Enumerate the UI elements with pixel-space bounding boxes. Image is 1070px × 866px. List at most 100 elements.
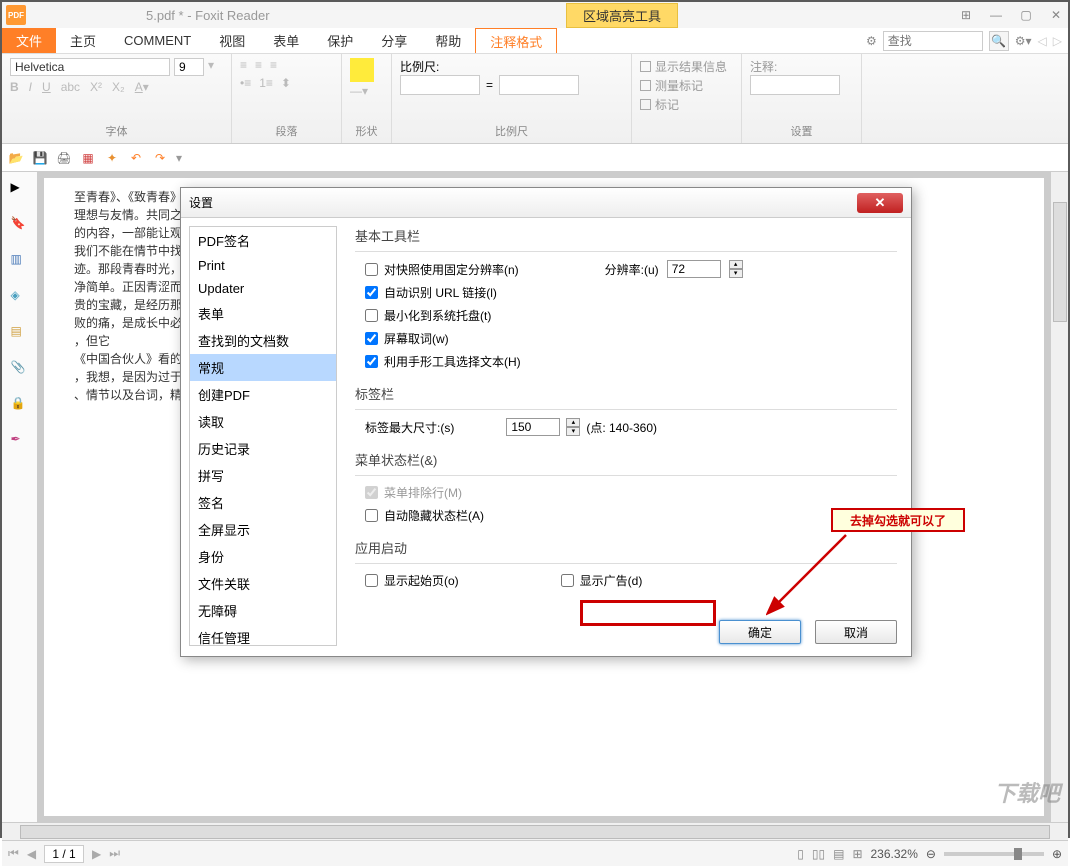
pages-icon[interactable]: ▥ xyxy=(11,252,29,270)
close-icon[interactable]: ✕ xyxy=(1048,8,1064,22)
tab-home[interactable]: 主页 xyxy=(56,28,110,53)
dialog-close-button[interactable]: ✕ xyxy=(857,193,903,213)
tab-form[interactable]: 表单 xyxy=(259,28,313,53)
dialog-category-item[interactable]: 签名 xyxy=(190,489,336,516)
highlight-shape-button[interactable] xyxy=(350,58,374,82)
vertical-scrollbar[interactable] xyxy=(1050,172,1068,822)
security-icon[interactable]: 🔒 xyxy=(11,396,29,414)
tab-file[interactable]: 文件 xyxy=(2,28,56,53)
strikethrough-button[interactable]: abc xyxy=(61,80,80,94)
show-results-checkbox[interactable] xyxy=(640,61,651,72)
font-size-input[interactable] xyxy=(174,58,204,76)
show-ads-checkbox[interactable] xyxy=(561,574,574,587)
first-page-icon[interactable]: ⏮ xyxy=(8,846,19,861)
dialog-category-list[interactable]: PDF签名PrintUpdater表单查找到的文档数常规创建PDF读取历史记录拼… xyxy=(189,226,337,646)
view-mode1-icon[interactable]: ▯ xyxy=(797,847,804,861)
tab-protect[interactable]: 保护 xyxy=(313,28,367,53)
save-icon[interactable]: 💾 xyxy=(32,150,48,166)
options-icon[interactable]: ⚙▾ xyxy=(1015,34,1032,48)
cancel-button[interactable]: 取消 xyxy=(815,620,897,644)
dialog-category-item[interactable]: 常规 xyxy=(190,354,336,381)
open-icon[interactable]: 📂 xyxy=(8,150,24,166)
dialog-category-item[interactable]: 全屏显示 xyxy=(190,516,336,543)
redo-icon[interactable]: ↷ xyxy=(152,150,168,166)
minimize-icon[interactable]: — xyxy=(988,8,1004,22)
bold-button[interactable]: B xyxy=(10,80,19,94)
view-mode2-icon[interactable]: ▯▯ xyxy=(812,847,825,861)
dialog-category-item[interactable]: 文件关联 xyxy=(190,570,336,597)
horizontal-scrollbar[interactable] xyxy=(2,822,1068,840)
quickbar-dropdown-icon[interactable]: ▾ xyxy=(176,151,182,165)
print-icon[interactable]: 🖨 xyxy=(56,150,72,166)
dialog-category-item[interactable]: Updater xyxy=(190,277,336,300)
search-button[interactable]: 🔍 xyxy=(989,31,1009,51)
expand-icon[interactable]: ▶ xyxy=(11,180,29,198)
tab-down-icon[interactable]: ▾ xyxy=(566,427,580,436)
comments-icon[interactable]: ▤ xyxy=(11,324,29,342)
show-start-checkbox[interactable] xyxy=(365,574,378,587)
minimize-tray-checkbox[interactable] xyxy=(365,309,378,322)
nav-back-icon[interactable]: ◁ xyxy=(1038,34,1047,48)
ribbon-toggle-icon[interactable]: ⊞ xyxy=(958,8,974,22)
last-page-icon[interactable]: ⏭ xyxy=(109,846,120,861)
fixed-res-checkbox[interactable] xyxy=(365,263,378,276)
search-input[interactable] xyxy=(883,31,983,51)
number-button[interactable]: 1≡ xyxy=(259,76,273,90)
italic-button[interactable]: I xyxy=(29,80,32,94)
next-page-icon[interactable]: ▶ xyxy=(92,847,101,861)
res-up-icon[interactable]: ▴ xyxy=(729,260,743,269)
layers-icon[interactable]: ◈ xyxy=(11,288,29,306)
align-left-button[interactable]: ≡ xyxy=(240,58,247,72)
dialog-category-item[interactable]: 身份 xyxy=(190,543,336,570)
maximize-icon[interactable]: ▢ xyxy=(1018,8,1034,22)
mark-checkbox[interactable] xyxy=(640,99,651,110)
font-size-dropdown-icon[interactable]: ▾ xyxy=(208,58,214,76)
view-mode3-icon[interactable]: ▤ xyxy=(833,847,844,861)
attachment-icon[interactable]: 📎 xyxy=(11,360,29,378)
settings-icon[interactable]: ⚙ xyxy=(866,34,877,48)
spacing-button[interactable]: ⬍ xyxy=(281,76,291,90)
dialog-category-item[interactable]: 查找到的文档数 xyxy=(190,327,336,354)
tool1-icon[interactable]: ▦ xyxy=(80,150,96,166)
line-style-button[interactable]: —▾ xyxy=(350,84,383,98)
dialog-category-item[interactable]: 信任管理 xyxy=(190,624,336,646)
tab-view[interactable]: 视图 xyxy=(205,28,259,53)
auto-hide-checkbox[interactable] xyxy=(365,509,378,522)
hscroll-thumb[interactable] xyxy=(20,825,1050,839)
align-right-button[interactable]: ≡ xyxy=(270,58,277,72)
bullet-button[interactable]: •≡ xyxy=(240,76,251,90)
ok-button[interactable]: 确定 xyxy=(719,620,801,644)
align-center-button[interactable]: ≡ xyxy=(255,58,262,72)
dialog-category-item[interactable]: Print xyxy=(190,254,336,277)
tab-share[interactable]: 分享 xyxy=(367,28,421,53)
page-input[interactable] xyxy=(44,845,84,863)
scroll-thumb[interactable] xyxy=(1053,202,1067,322)
underline-button[interactable]: U xyxy=(42,80,51,94)
bookmark-icon[interactable]: 🔖 xyxy=(11,216,29,234)
prev-page-icon[interactable]: ◀ xyxy=(27,847,36,861)
dialog-category-item[interactable]: 表单 xyxy=(190,300,336,327)
tab-help[interactable]: 帮助 xyxy=(421,28,475,53)
signature-icon[interactable]: ✒ xyxy=(11,432,29,450)
superscript-button[interactable]: X² xyxy=(90,80,102,94)
scale-from-input[interactable] xyxy=(400,75,480,95)
tool2-icon[interactable]: ✦ xyxy=(104,150,120,166)
tab-size-input[interactable] xyxy=(506,418,560,436)
font-name-select[interactable] xyxy=(10,58,170,76)
tab-up-icon[interactable]: ▴ xyxy=(566,418,580,427)
view-mode4-icon[interactable]: ⊞ xyxy=(852,847,862,861)
res-down-icon[interactable]: ▾ xyxy=(729,269,743,278)
dialog-category-item[interactable]: 创建PDF xyxy=(190,381,336,408)
zoom-slider[interactable] xyxy=(944,852,1044,856)
auto-url-checkbox[interactable] xyxy=(365,286,378,299)
screen-word-checkbox[interactable] xyxy=(365,332,378,345)
tab-comment[interactable]: COMMENT xyxy=(110,28,205,53)
dialog-category-item[interactable]: 历史记录 xyxy=(190,435,336,462)
hand-select-checkbox[interactable] xyxy=(365,355,378,368)
zoom-out-icon[interactable]: ⊖ xyxy=(926,847,936,861)
measure-mark-checkbox[interactable] xyxy=(640,80,651,91)
dialog-category-item[interactable]: PDF签名 xyxy=(190,227,336,254)
dialog-category-item[interactable]: 读取 xyxy=(190,408,336,435)
subscript-button[interactable]: X₂ xyxy=(112,80,125,94)
undo-icon[interactable]: ↶ xyxy=(128,150,144,166)
